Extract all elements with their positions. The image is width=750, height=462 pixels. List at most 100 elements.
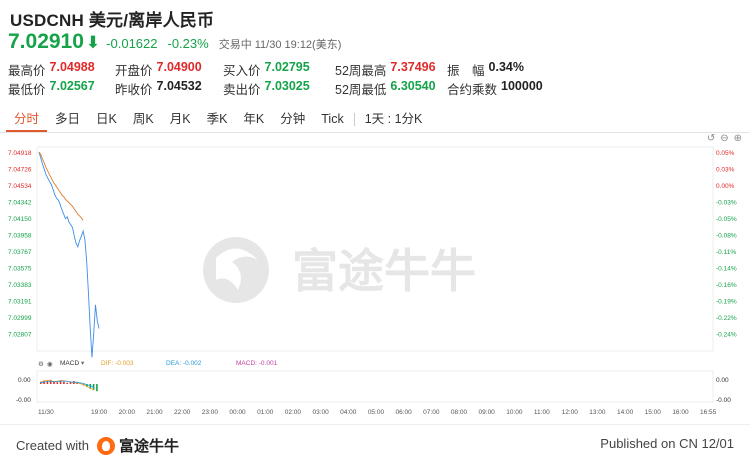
- percent-tick-label: -0.16%: [716, 282, 737, 289]
- tab-季k[interactable]: 季K: [199, 106, 236, 132]
- time-tick-label: 16:55: [700, 409, 717, 416]
- time-tick-label: 12:00: [562, 409, 579, 416]
- tab-周k[interactable]: 周K: [125, 106, 162, 132]
- time-tick-label: 02:00: [285, 409, 302, 416]
- time-tick-label: 04:00: [340, 409, 357, 416]
- macd-frame: [36, 370, 714, 403]
- price-axis-labels: 7.04918 7.04726 7.04534 7.04342 7.04150 7.039…: [8, 150, 32, 339]
- created-with-label: Created with: [16, 438, 89, 453]
- macd-panel: 0.00 -0.00 0.00 -0.00: [16, 370, 731, 404]
- macd-bar: [69, 382, 72, 384]
- price-tick-label: 7.04918: [8, 150, 32, 157]
- stat-cell: 振 幅 0.34%: [447, 60, 567, 79]
- macd-bar: [66, 382, 68, 384]
- price-line: [38, 151, 100, 358]
- stat-value: 7.04532: [156, 79, 202, 93]
- percent-tick-label: 0.03%: [716, 167, 735, 174]
- stat-value: 7.04900: [156, 60, 202, 74]
- price-tick-label: 7.03575: [8, 266, 32, 273]
- macd-bar: [56, 382, 59, 384]
- stat-label: 最高价: [8, 64, 46, 78]
- last-price: 7.02910: [8, 30, 84, 53]
- tab-分时[interactable]: 分时: [6, 106, 48, 132]
- stat-label: 买入价: [223, 64, 261, 78]
- stat-cell: 开盘价 7.04900: [115, 60, 223, 79]
- tab-月k[interactable]: 月K: [162, 106, 199, 132]
- price-tick-label: 7.03383: [8, 282, 32, 289]
- price-tick-label: 7.03958: [8, 233, 32, 240]
- tab-日k[interactable]: 日K: [88, 106, 125, 132]
- macd-header: ⚙ ◉ MACD ▾ DIF: -0.003 DEA: -0.002 MACD:…: [38, 360, 278, 368]
- macd-dea-line: [39, 380, 95, 388]
- percent-axis-labels: 0.05% 0.03% 0.00% -0.03% -0.05% -0.08% -0.11% -…: [716, 150, 737, 339]
- stat-row: 最高价 7.04988 开盘价 7.04900 买入价 7.02795 52周最高 7.374…: [8, 60, 608, 79]
- percent-tick-label: 0.05%: [716, 150, 735, 157]
- tab-divider: [353, 112, 355, 126]
- percent-tick-label: -0.08%: [716, 233, 737, 240]
- stat-label: 最低价: [8, 83, 46, 97]
- stat-cell: 昨收价 7.04532: [115, 79, 223, 98]
- macd-right-label: 0.00: [716, 377, 729, 384]
- macd-dropdown-icon[interactable]: ▾: [81, 360, 85, 367]
- time-tick-label: 01:00: [257, 409, 274, 416]
- time-tick-label: 22:00: [174, 409, 191, 416]
- time-tick-label: 11/30: [38, 409, 54, 416]
- stat-cell: 52周最高 7.37496: [335, 60, 447, 79]
- price-row: 7.02910 ⬇ -0.01622 -0.23% 交易中 11/30 19:1…: [8, 30, 341, 54]
- time-tick-label: 13:00: [589, 409, 606, 416]
- price-tick-label: 7.03191: [8, 299, 32, 306]
- stat-label: 振 幅: [447, 64, 485, 78]
- price-tick-label: 7.04534: [8, 183, 32, 190]
- time-tick-label: 05:00: [368, 409, 385, 416]
- time-tick-label: 03:00: [312, 409, 329, 416]
- stat-value: 100000: [501, 79, 543, 93]
- stat-label: 昨收价: [115, 83, 153, 97]
- tab-多日[interactable]: 多日: [47, 106, 88, 132]
- price-tick-label: 7.04342: [8, 200, 32, 207]
- price-tick-label: 7.04726: [8, 167, 32, 174]
- futu-logo-icon: [96, 436, 115, 455]
- stat-label: 开盘价: [115, 64, 153, 78]
- time-tick-label: 19:00: [91, 409, 108, 416]
- stat-value: 7.02795: [264, 60, 310, 74]
- stat-cell: 最低价 7.02567: [8, 79, 115, 98]
- tab-分钟[interactable]: 分钟: [272, 106, 313, 132]
- stat-value: 0.34%: [488, 60, 524, 74]
- percent-tick-label: -0.19%: [716, 299, 737, 306]
- price-change-percent: -0.23%: [167, 36, 209, 51]
- percent-tick-label: -0.11%: [716, 249, 736, 256]
- macd-label[interactable]: MACD: [60, 360, 79, 367]
- time-tick-label: 09:00: [479, 409, 496, 416]
- percent-tick-label: 0.00%: [716, 183, 735, 190]
- brand-name: 富途牛牛: [118, 438, 179, 455]
- time-tick-label: 06:00: [396, 409, 413, 416]
- gear-icon[interactable]: ⚙: [38, 360, 44, 368]
- tab-年k[interactable]: 年K: [235, 106, 272, 132]
- price-change: -0.01622: [106, 36, 158, 51]
- price-tick-label: 7.02807: [8, 332, 32, 339]
- time-axis-labels: 11/30 19:00 20:00 21:00 22:00 23:00 00:00 01:00…: [38, 409, 717, 416]
- percent-tick-label: -0.03%: [716, 200, 737, 207]
- macd-right-label: -0.00: [716, 397, 731, 404]
- time-tick-label: 21:00: [146, 409, 163, 416]
- eye-icon[interactable]: ◉: [47, 361, 53, 368]
- time-tick-label: 00:00: [229, 409, 246, 416]
- macd-y-label: -0.00: [16, 397, 31, 404]
- macd-dea-value: DEA: -0.002: [166, 360, 202, 367]
- macd-y-label: 0.00: [18, 377, 31, 384]
- time-tick-label: 16:00: [672, 409, 689, 416]
- tab-tick[interactable]: Tick: [313, 106, 351, 132]
- macd-dif-value: DIF: -0.003: [101, 360, 134, 367]
- stat-value: 7.02567: [49, 79, 95, 93]
- price-chart: 富途牛牛 7.04918 7.04726 7.04534 7.04342 7.04150…: [8, 146, 737, 416]
- interval-selector[interactable]: 1天 : 1分K: [357, 106, 431, 132]
- watermark: 富途牛牛: [203, 237, 476, 303]
- time-tick-label: 15:00: [645, 409, 662, 416]
- chart-series: [38, 151, 100, 358]
- time-tick-label: 14:00: [617, 409, 634, 416]
- macd-value: MACD: -0.001: [236, 360, 278, 367]
- stat-cell: 卖出价 7.03025: [223, 79, 335, 98]
- macd-bar: [96, 384, 98, 392]
- stat-cell: 合约乘数 100000: [447, 79, 567, 98]
- stat-value: 7.04988: [49, 60, 95, 74]
